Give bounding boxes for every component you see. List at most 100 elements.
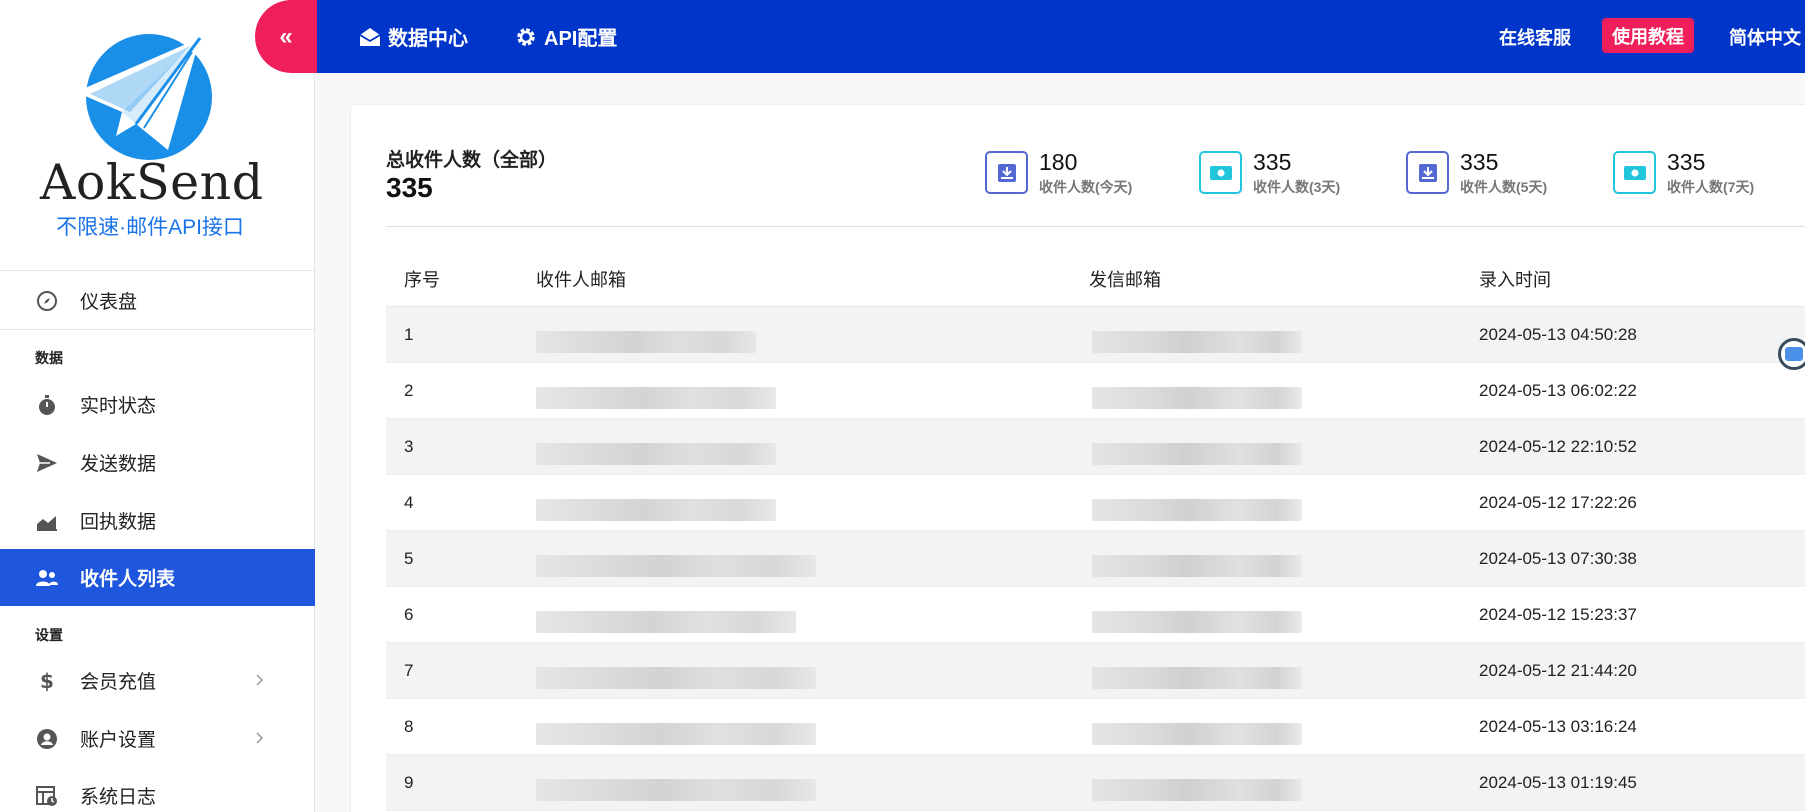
cell-entry-time: 2024-05-13 04:50:28: [1479, 325, 1637, 344]
cell-entry-time: 2024-05-12 22:10:52: [1479, 437, 1637, 456]
sidebar-item-membership-recharge[interactable]: $ 会员充值: [0, 652, 315, 709]
chat-icon: [1785, 347, 1803, 361]
sidebar-item-label: 回执数据: [80, 512, 157, 533]
redacted-sender-email: [1092, 555, 1302, 577]
table-row: 2 2024-05-13 06:02:22: [386, 363, 1805, 419]
section-label-data: 数据: [35, 350, 63, 366]
stat-label: 收件人数(3天): [1253, 179, 1341, 195]
redacted-sender-email: [1092, 443, 1302, 465]
redacted-recipient-email: [536, 779, 816, 801]
sidebar-item-label: 收件人列表: [80, 569, 176, 590]
total-recipients-value: 335: [386, 172, 433, 203]
cell-entry-time: 2024-05-13 01:19:45: [1479, 773, 1637, 792]
table-row: 3 2024-05-12 22:10:52: [386, 419, 1805, 475]
col-header-index: 序号: [404, 270, 440, 290]
tab-label: API配置: [544, 28, 618, 50]
redacted-sender-email: [1092, 611, 1302, 633]
svg-text:$: $: [40, 670, 54, 692]
money-icon: [1199, 151, 1242, 194]
cell-index: 9: [404, 773, 414, 792]
top-navbar: 数据中心 API配置 在线客服 使用教程 简体中文: [316, 0, 1805, 73]
cell-entry-time: 2024-05-12 17:22:26: [1479, 493, 1637, 512]
gear-icon: [517, 27, 535, 46]
compass-icon: [34, 288, 60, 314]
money-icon: [1613, 151, 1656, 194]
redacted-recipient-email: [536, 667, 816, 689]
tab-api-config[interactable]: API配置: [514, 0, 617, 73]
redacted-recipient-email: [536, 443, 776, 465]
nav-divider: [0, 329, 315, 330]
language-selector[interactable]: 简体中文: [1729, 0, 1801, 73]
area-chart-icon: [34, 508, 60, 534]
tab-label: 数据中心: [388, 28, 468, 50]
table-row: 8 2024-05-13 03:16:24: [386, 699, 1805, 755]
stat-value: 335: [1460, 149, 1499, 175]
users-icon: [34, 565, 60, 591]
sidebar: AokSend 不限速·邮件API接口 仪表盘 数据 实时状态 发送数据 回执数…: [0, 0, 315, 812]
redacted-sender-email: [1092, 667, 1302, 689]
sidebar-item-label: 实时状态: [80, 396, 157, 417]
log-table-icon: [34, 783, 60, 809]
table-row: 9 2024-05-13 01:19:45: [386, 755, 1805, 811]
col-header-sender-email: 发信邮箱: [1089, 270, 1161, 290]
cell-index: 4: [404, 493, 414, 512]
stat-value: 335: [1667, 149, 1706, 175]
dollar-icon: $: [34, 668, 60, 694]
table-body: 1 2024-05-13 04:50:28 2 2024-05-13 06:02:22…: [386, 307, 1805, 811]
stopwatch-icon: [34, 392, 60, 418]
chevron-right-icon: [256, 674, 264, 686]
customer-service-link[interactable]: 在线客服: [1499, 0, 1571, 73]
cell-entry-time: 2024-05-13 07:30:38: [1479, 549, 1637, 568]
cell-index: 2: [404, 381, 414, 400]
cell-index: 6: [404, 605, 414, 624]
redacted-sender-email: [1092, 723, 1302, 745]
chat-widget-button[interactable]: [1778, 338, 1805, 370]
total-recipients-label: 总收件人数（全部）: [386, 150, 558, 171]
sidebar-item-receipt-data[interactable]: 回执数据: [0, 492, 315, 549]
cell-entry-time: 2024-05-13 03:16:24: [1479, 717, 1637, 736]
redacted-recipient-email: [536, 611, 796, 633]
cell-entry-time: 2024-05-12 21:44:20: [1479, 661, 1637, 680]
recipient-table: 序号 收件人邮箱 发信邮箱 录入时间 1 2024-05-13 04:50:28 2…: [386, 251, 1805, 811]
table-row: 1 2024-05-13 04:50:28: [386, 307, 1805, 363]
tab-data-center[interactable]: 数据中心: [358, 0, 468, 73]
table-row: 6 2024-05-12 15:23:37: [386, 587, 1805, 643]
user-circle-icon: [34, 726, 60, 752]
tutorial-button[interactable]: 使用教程: [1602, 18, 1694, 53]
paper-plane-logo-icon: [76, 34, 212, 160]
cell-index: 5: [404, 549, 414, 568]
redacted-sender-email: [1092, 387, 1302, 409]
double-chevron-left-icon: «: [279, 22, 293, 50]
stat-label: 收件人数(5天): [1460, 179, 1548, 195]
table-row: 5 2024-05-13 07:30:38: [386, 531, 1805, 587]
sidebar-item-realtime-status[interactable]: 实时状态: [0, 376, 315, 433]
sidebar-item-dashboard[interactable]: 仪表盘: [0, 272, 315, 329]
table-row: 7 2024-05-12 21:44:20: [386, 643, 1805, 699]
redacted-sender-email: [1092, 499, 1302, 521]
table-header: 序号 收件人邮箱 发信邮箱 录入时间: [386, 251, 1805, 307]
sidebar-item-label: 会员充值: [80, 672, 157, 693]
cell-index: 1: [404, 325, 414, 344]
table-row: 4 2024-05-12 17:22:26: [386, 475, 1805, 531]
redacted-recipient-email: [536, 555, 816, 577]
sidebar-item-label: 系统日志: [80, 787, 157, 808]
sidebar-item-recipient-list[interactable]: 收件人列表: [0, 549, 315, 606]
redacted-recipient-email: [536, 331, 756, 353]
redacted-sender-email: [1092, 779, 1302, 801]
redacted-recipient-email: [536, 387, 776, 409]
redacted-recipient-email: [536, 499, 776, 521]
stat-value: 180: [1039, 149, 1078, 175]
redacted-recipient-email: [536, 723, 816, 745]
card-divider: [386, 226, 1805, 227]
brand-tagline: 不限速·邮件API接口: [56, 216, 244, 239]
sidebar-item-label: 发送数据: [80, 454, 157, 475]
col-header-entry-time: 录入时间: [1479, 270, 1551, 290]
inbox-download-icon: [1406, 151, 1449, 194]
envelope-open-icon: [359, 27, 381, 46]
recipient-list-card: 总收件人数（全部） 335 180 收件人数(今天) 335 收件人数(3天) …: [350, 104, 1805, 812]
sidebar-item-account-settings[interactable]: 账户设置: [0, 710, 315, 767]
sidebar-item-send-data[interactable]: 发送数据: [0, 434, 315, 491]
sidebar-item-system-log[interactable]: 系统日志: [0, 767, 315, 812]
stat-label: 收件人数(7天): [1667, 179, 1755, 195]
paper-plane-icon: [34, 450, 60, 476]
